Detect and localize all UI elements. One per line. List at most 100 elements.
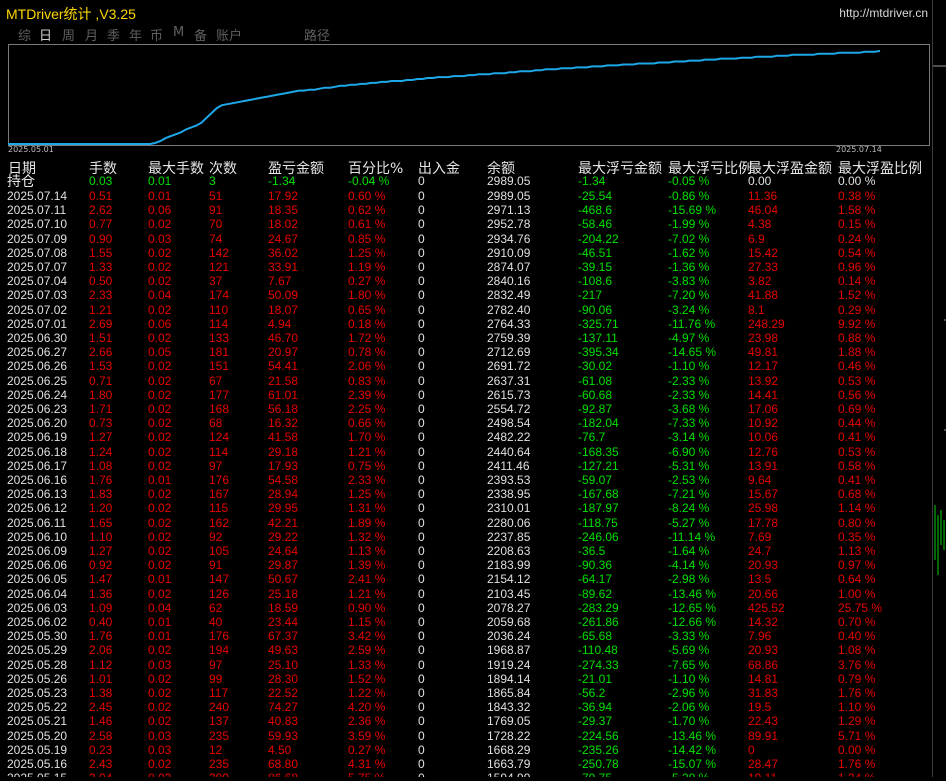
tab-overview[interactable]: 综 bbox=[18, 25, 31, 44]
cell-percent: 0.27 % bbox=[348, 742, 386, 757]
chart-frame bbox=[8, 44, 930, 146]
cell-date: 2025.06.04 bbox=[7, 586, 68, 601]
cell-max-float-profit: 0.00 bbox=[748, 174, 772, 188]
table-row: 2025.07.10 0.77 0.02 70 18.02 0.61 % 0 2952.78 -… bbox=[0, 217, 932, 232]
cell-max-float-profit-pct: 0.40 % bbox=[838, 629, 876, 644]
cell-max-float-loss-pct: -7.20 % bbox=[668, 288, 710, 303]
cell-balance: 1663.79 bbox=[487, 757, 531, 771]
cell-deposit: 0 bbox=[418, 473, 425, 487]
cell-max-float-loss-pct: -7.02 % bbox=[668, 231, 710, 246]
cell-deposit: 0 bbox=[418, 430, 425, 445]
cell-date: 2025.05.28 bbox=[7, 657, 68, 672]
cell-balance: 1894.14 bbox=[487, 671, 531, 686]
cell-max-float-profit-pct: 1.52 % bbox=[838, 288, 876, 303]
cell-deposit: 0 bbox=[418, 501, 425, 516]
cell-percent: 4.20 % bbox=[348, 700, 386, 715]
table-row: 2025.06.02 0.40 0.01 40 23.44 1.15 % 0 2059.68 -… bbox=[0, 615, 932, 630]
cell-deposit: 0 bbox=[418, 686, 425, 700]
cell-max-float-loss: -21.01 bbox=[578, 671, 613, 686]
cell-max-float-profit: 24.7 bbox=[748, 544, 772, 558]
cell-lots: 1.71 bbox=[89, 402, 113, 416]
cell-balance: 1769.05 bbox=[487, 714, 531, 729]
cell-count: 235 bbox=[209, 757, 230, 771]
tab-yearly[interactable]: 年 bbox=[129, 25, 142, 44]
tab-notes[interactable]: 备 bbox=[194, 25, 207, 44]
cell-pnl: 61.01 bbox=[268, 387, 299, 402]
table-row: 2025.05.28 1.12 0.03 97 25.10 1.33 % 0 1919.24 -… bbox=[0, 658, 932, 673]
table-row: 2025.06.19 1.27 0.02 124 41.58 1.70 % 0 2482.22… bbox=[0, 430, 932, 445]
cell-max-float-loss: -182.04 bbox=[578, 416, 619, 431]
website-link[interactable]: http://mtdriver.cn bbox=[839, 6, 928, 20]
tab-account[interactable]: 账户 bbox=[216, 25, 242, 44]
cell-lots: 1.46 bbox=[89, 714, 113, 729]
cell-max-float-profit-pct: 0.54 % bbox=[838, 245, 876, 260]
cell-deposit: 0 bbox=[418, 174, 425, 188]
cell-lots: 2.45 bbox=[89, 700, 113, 715]
cell-pnl: 7.67 bbox=[268, 274, 292, 289]
cell-percent: 1.22 % bbox=[348, 686, 386, 700]
cell-max-lots: 0.03 bbox=[148, 231, 172, 246]
cell-date: 2025.06.26 bbox=[7, 359, 68, 374]
cell-percent: 1.25 % bbox=[348, 487, 386, 502]
cell-max-float-profit: 12.17 bbox=[748, 359, 779, 374]
cell-max-float-loss: -204.22 bbox=[578, 231, 619, 246]
cell-date: 2025.05.15 bbox=[7, 771, 67, 777]
cell-balance: 2078.27 bbox=[487, 600, 531, 615]
tab-quarterly[interactable]: 季 bbox=[107, 25, 120, 44]
cell-count: 137 bbox=[209, 714, 230, 729]
cell-max-float-loss: -36.5 bbox=[578, 544, 606, 558]
cell-max-float-loss: -60.68 bbox=[578, 387, 613, 402]
side-chart-fragment bbox=[933, 65, 946, 575]
cell-pnl: 23.44 bbox=[268, 615, 299, 629]
cell-deposit: 0 bbox=[418, 771, 425, 777]
tab-symbol[interactable]: 币 bbox=[150, 25, 163, 44]
cell-pnl: 29.22 bbox=[268, 529, 299, 544]
cell-date: 2025.07.03 bbox=[7, 288, 68, 303]
cell-balance: 2934.76 bbox=[487, 231, 531, 246]
cell-deposit: 0 bbox=[418, 260, 425, 274]
cell-percent: 1.33 % bbox=[348, 657, 386, 672]
cell-max-float-loss-pct: -4.14 % bbox=[668, 558, 710, 573]
cell-max-float-profit: 27.33 bbox=[748, 260, 779, 274]
cell-percent: 2.39 % bbox=[348, 387, 386, 402]
cell-lots: 1.10 bbox=[89, 529, 113, 544]
cell-date: 2025.06.12 bbox=[7, 501, 68, 516]
cell-pnl: 4.50 bbox=[268, 742, 292, 757]
cell-balance: 2782.40 bbox=[487, 302, 531, 317]
tab-monthly[interactable]: 月 bbox=[85, 25, 98, 44]
cell-deposit: 0 bbox=[418, 231, 425, 246]
cell-max-lots: 0.01 bbox=[148, 174, 172, 188]
cell-max-float-loss-pct: -5.27 % bbox=[668, 515, 710, 530]
cell-max-float-profit-pct: 0.64 % bbox=[838, 572, 876, 587]
cell-max-float-profit: 46.04 bbox=[748, 203, 779, 218]
cell-deposit: 0 bbox=[418, 288, 425, 303]
table-row: 2025.06.13 1.83 0.02 167 28.94 1.25 % 0 2338.95… bbox=[0, 487, 932, 502]
cell-max-float-loss-pct: -3.33 % bbox=[668, 629, 710, 644]
tab-magic[interactable]: M bbox=[173, 25, 184, 40]
tab-daily[interactable]: 日 bbox=[39, 25, 52, 44]
cell-percent: 1.72 % bbox=[348, 331, 386, 345]
cell-count: 68 bbox=[209, 416, 223, 431]
cell-date: 2025.06.05 bbox=[7, 572, 68, 587]
cell-deposit: 0 bbox=[418, 529, 425, 544]
cell-max-float-profit-pct: 0.97 % bbox=[838, 558, 876, 573]
cell-max-lots: 0.02 bbox=[148, 331, 172, 345]
cell-balance: 2952.78 bbox=[487, 217, 531, 232]
cell-max-float-loss-pct: -2.06 % bbox=[668, 700, 710, 715]
cell-percent: 2.59 % bbox=[348, 643, 386, 658]
cell-balance: 2840.16 bbox=[487, 274, 531, 289]
tab-weekly[interactable]: 周 bbox=[62, 25, 75, 44]
cell-percent: 0.65 % bbox=[348, 302, 386, 317]
cell-max-float-profit-pct: 0.53 % bbox=[838, 373, 876, 388]
cell-max-lots: 0.03 bbox=[148, 657, 172, 672]
cell-count: 176 bbox=[209, 473, 230, 487]
cell-max-float-profit-pct: 0.38 % bbox=[838, 189, 876, 203]
tab-path[interactable]: 路径 bbox=[304, 25, 330, 44]
cell-max-float-loss: -64.17 bbox=[578, 572, 613, 587]
cell-count: 67 bbox=[209, 373, 223, 388]
cell-date: 2025.07.04 bbox=[7, 274, 68, 289]
cell-date: 2025.05.21 bbox=[7, 714, 68, 729]
cell-deposit: 0 bbox=[418, 203, 425, 218]
cell-max-float-profit-pct: 1.14 % bbox=[838, 501, 876, 516]
cell-max-float-profit-pct: 0.15 % bbox=[838, 217, 876, 232]
